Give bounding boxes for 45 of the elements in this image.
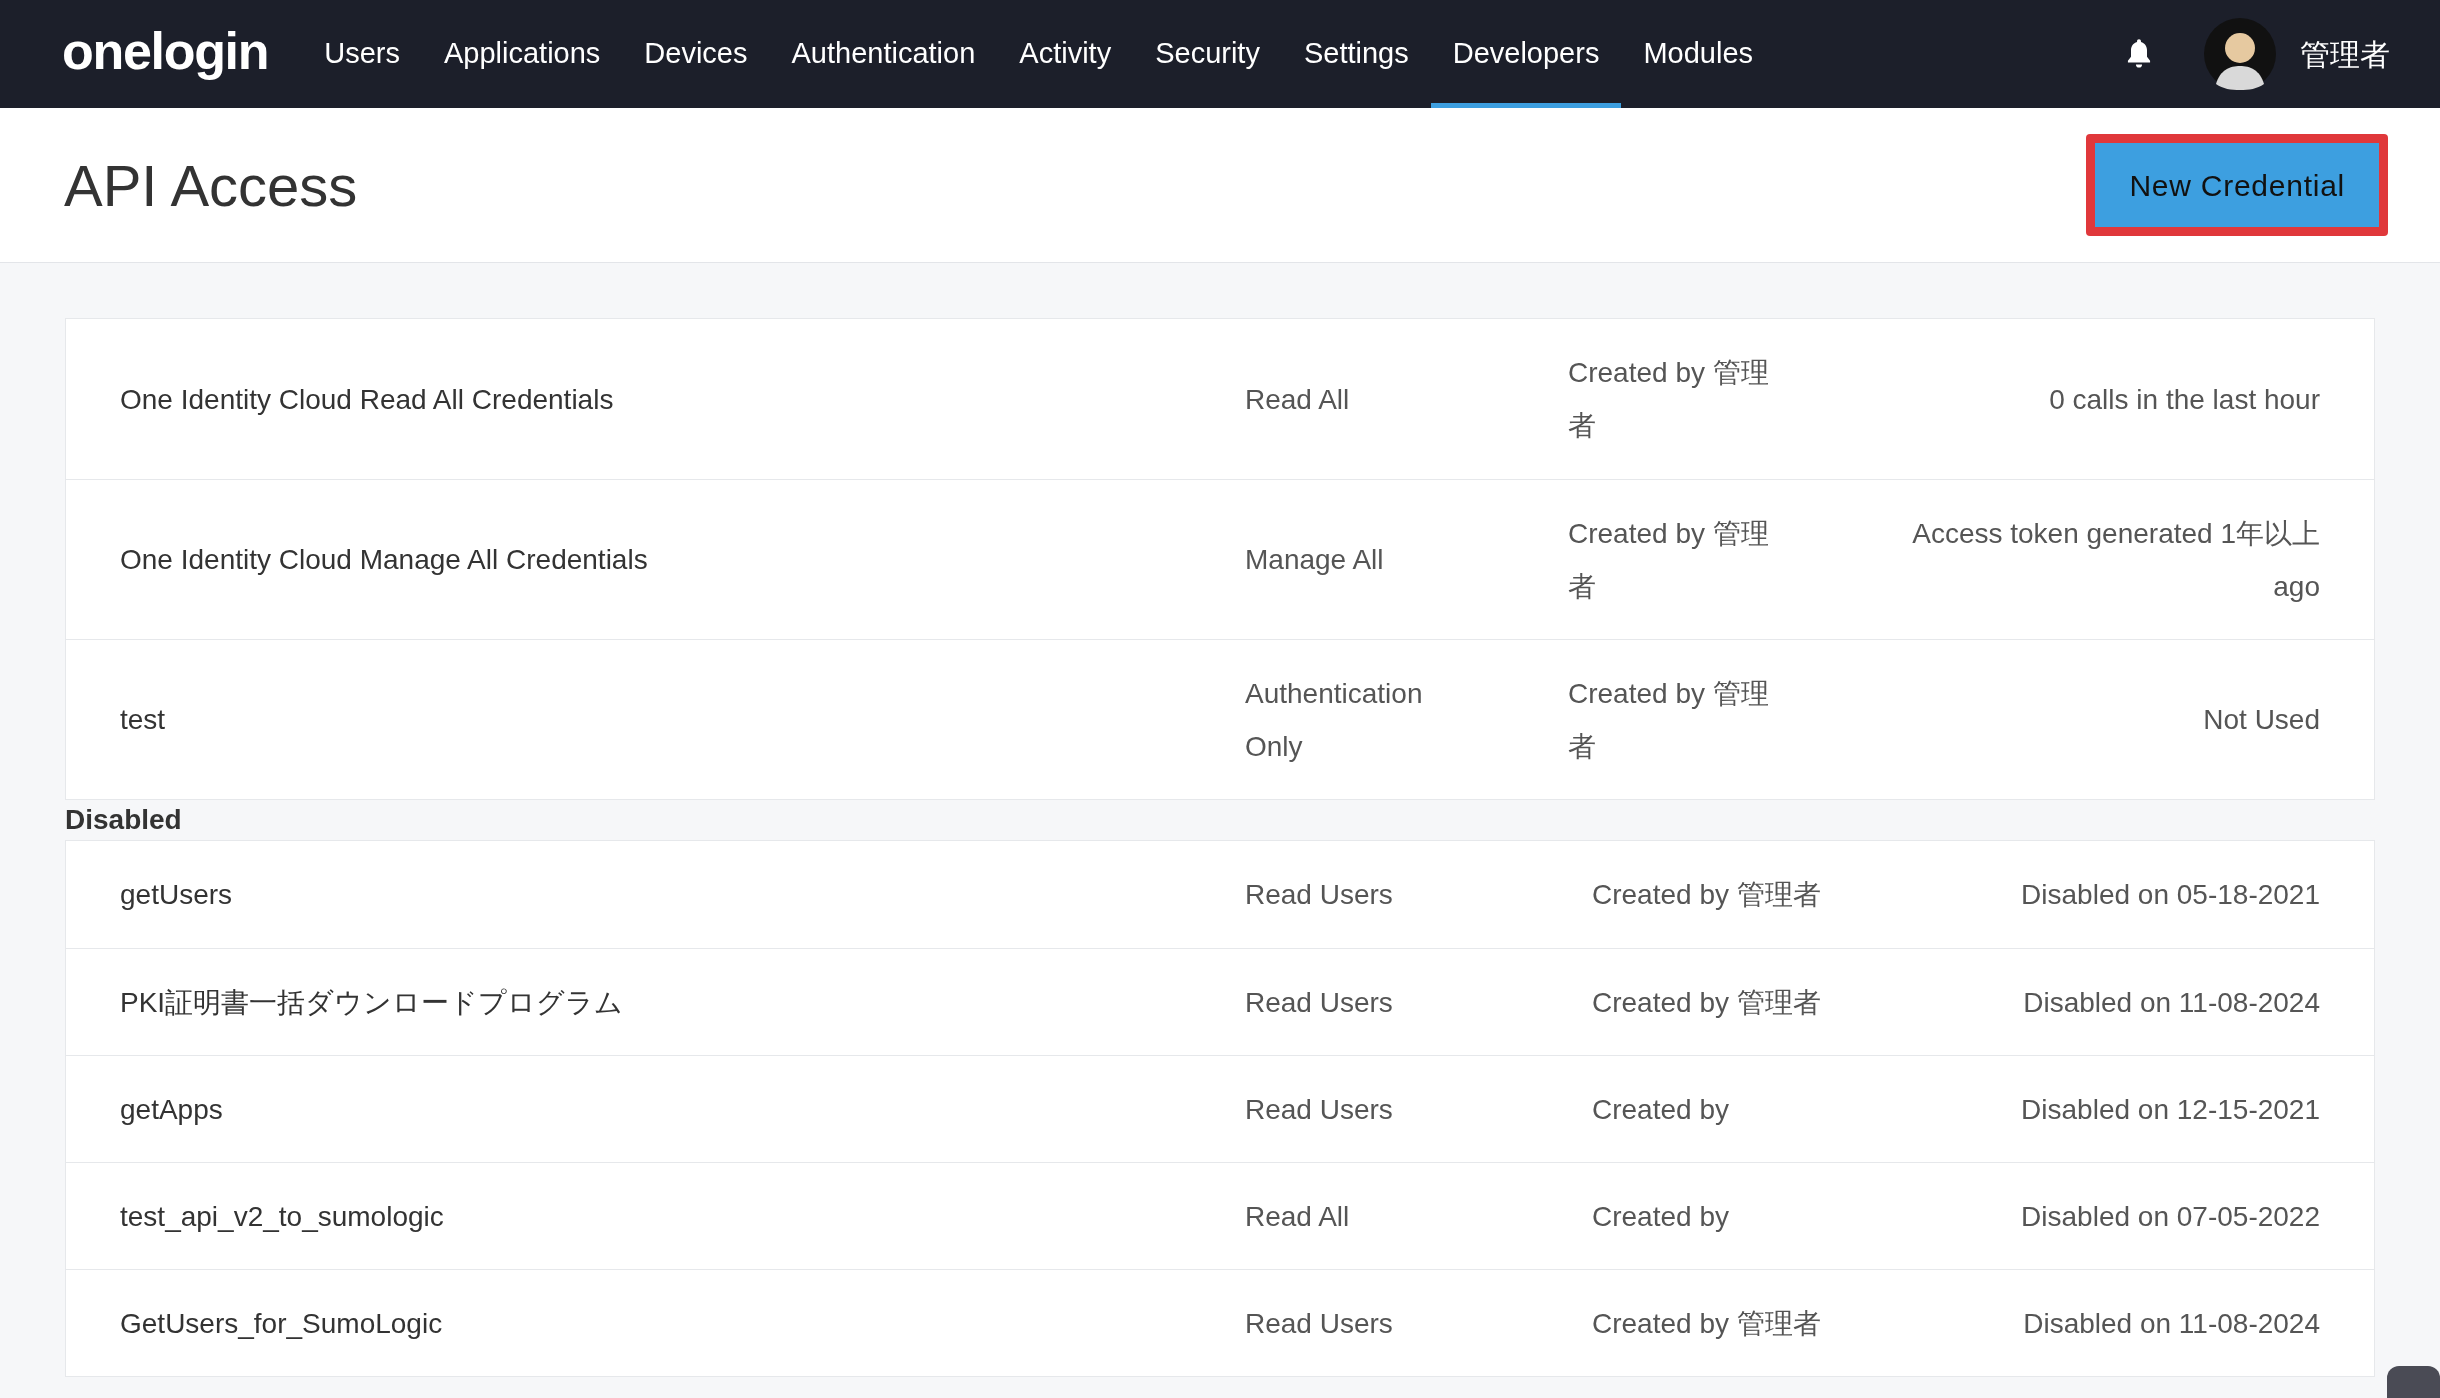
nav-tab[interactable]: Authentication	[769, 0, 998, 108]
credential-scope: Read All	[1245, 1200, 1350, 1232]
credential-scope: Read Users	[1245, 986, 1393, 1018]
nav-tab[interactable]: Security	[1133, 0, 1282, 108]
nav-tab[interactable]: Settings	[1281, 0, 1431, 108]
credential-name[interactable]: test_api_v2_to_sumologic	[120, 1200, 444, 1232]
credential-name[interactable]: One Identity Cloud Manage All Credentials	[120, 544, 648, 575]
created-by-text: Created by 管理者	[1592, 986, 1821, 1018]
credential-name[interactable]: PKI証明書一括ダウンロードプログラム	[120, 986, 624, 1018]
credential-scope: Read Users	[1245, 1307, 1393, 1339]
usage-status: 0 calls in the last hour	[2049, 383, 2320, 415]
disabled-date: Disabled on 11-08-2024	[2023, 986, 2320, 1018]
new-credential-button[interactable]: New Credential	[2095, 143, 2379, 227]
credential-scope: Manage All	[1245, 544, 1384, 575]
disabled-date: Disabled on 07-05-2022	[2021, 1200, 2320, 1232]
user-name[interactable]: 管理者	[2300, 31, 2390, 77]
usage-status: Access token generated 1年以上 ago	[1912, 517, 2320, 602]
credential-name[interactable]: One Identity Cloud Read All Credentials	[120, 383, 614, 415]
nav-tab[interactable]: Applications	[421, 0, 623, 108]
nav-tab[interactable]: Activity	[997, 0, 1134, 108]
usage-status: Not Used	[2203, 704, 2320, 735]
section-heading: Disabled	[65, 803, 183, 837]
created-by-text: Created by 管理者	[1592, 1307, 1821, 1339]
credential-name[interactable]: getApps	[120, 1093, 223, 1125]
created-by-text: Created by 管理者	[1568, 357, 1769, 441]
created-by-text: Created by	[1592, 1093, 1729, 1125]
logo[interactable]: onelogin	[62, 25, 269, 83]
credential-scope: Read All	[1245, 383, 1350, 415]
credential-name[interactable]: GetUsers_for_SumoLogic	[120, 1307, 443, 1339]
credential-scope: Read Users	[1245, 1093, 1393, 1125]
disabled-date: Disabled on 11-08-2024	[2023, 1307, 2320, 1339]
created-by-text: Created by	[1592, 1200, 1729, 1232]
credential-name[interactable]: getUsers	[120, 879, 233, 910]
created-by-text: Created by 管理者	[1592, 879, 1821, 910]
disabled-date: Disabled on 05-18-2021	[2021, 879, 2320, 910]
nav-tab[interactable]: Users	[302, 0, 422, 108]
disabled-date: Disabled on 12-15-2021	[2021, 1093, 2320, 1125]
credential-scope: Read Users	[1245, 879, 1393, 910]
created-by-text: Created by 管理者	[1568, 677, 1769, 762]
nav-tab[interactable]: Devices	[622, 0, 770, 108]
credential-name[interactable]: test	[120, 704, 166, 735]
page-title: API Access	[64, 151, 358, 220]
nav-tab[interactable]: Modules	[1621, 0, 1776, 108]
credential-scope: Authentication Only	[1245, 677, 1423, 762]
created-by-text: Created by 管理者	[1568, 517, 1769, 602]
